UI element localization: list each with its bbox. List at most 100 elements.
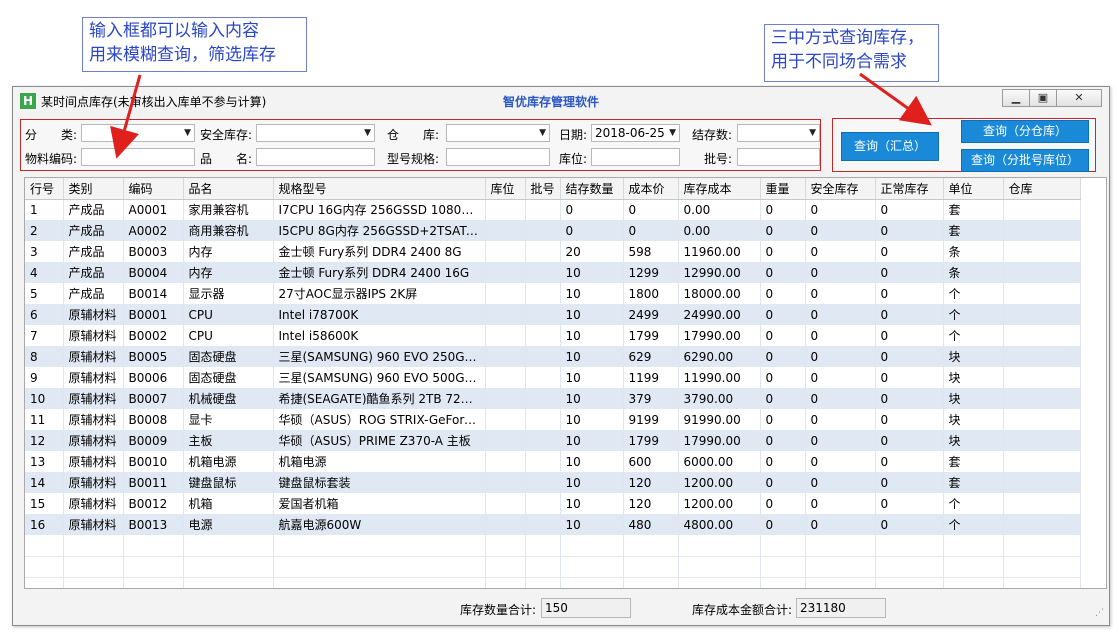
table-cell: 0	[760, 262, 806, 283]
table-cell	[123, 556, 184, 578]
column-header[interactable]: 编码	[123, 178, 184, 200]
table-cell	[525, 199, 561, 220]
table-row[interactable]: 15 原辅材料 B0012 机箱 爱国者机箱 10 120 1200.00 0 0 0 个	[25, 493, 1081, 514]
column-header[interactable]: 行号	[25, 178, 64, 200]
table-cell	[485, 262, 526, 283]
table-cell: 0	[760, 430, 806, 451]
table-cell: 0	[875, 283, 944, 304]
table-row[interactable]: 9 原辅材料 B0006 固态硬盘 三星(SAMSUNG) 960 EVO 500G .…	[25, 367, 1081, 388]
table-cell	[805, 556, 876, 578]
model-spec-input[interactable]	[446, 148, 550, 166]
column-header[interactable]: 仓库	[1003, 178, 1081, 200]
table-cell: 10	[560, 409, 624, 430]
resize-grip-icon[interactable]: ⋰	[1095, 608, 1104, 618]
table-cell: 0	[875, 262, 944, 283]
column-header[interactable]: 品名	[183, 178, 274, 200]
table-cell: 内存	[183, 262, 274, 283]
minimize-button[interactable]: ▁	[1002, 89, 1030, 107]
table-cell: 0	[760, 199, 806, 220]
table-row[interactable]: 13 原辅材料 B0010 机箱电源 机箱电源 10 600 6000.00 0 0 0 套	[25, 451, 1081, 472]
empty-row	[25, 556, 1081, 578]
column-header[interactable]: 批号	[525, 178, 561, 200]
date-picker[interactable]: 2018-06-25	[591, 124, 680, 142]
maximize-button[interactable]: ▣	[1029, 89, 1057, 107]
table-cell: B0005	[123, 346, 184, 367]
column-header[interactable]: 重量	[760, 178, 806, 200]
date-value: 2018-06-25	[595, 126, 665, 140]
table-cell	[678, 577, 761, 588]
warehouse-select[interactable]	[446, 124, 550, 142]
column-header[interactable]: 结存数量	[560, 178, 624, 200]
table-cell	[525, 409, 561, 430]
table-cell: 产成品	[63, 241, 124, 262]
table-cell: 629	[623, 346, 679, 367]
table-cell	[485, 241, 526, 262]
table-cell: B0003	[123, 241, 184, 262]
table-row[interactable]: 2 产成品 A0002 商用兼容机 I5CPU 8G内存 256GSSD+2TSATA.…	[25, 220, 1081, 241]
table-body: 1 产成品 A0001 家用兼容机 I7CPU 16G内存 256GSSD 1080显卡…	[25, 199, 1081, 588]
table-cell	[1003, 304, 1081, 325]
column-header[interactable]: 类别	[63, 178, 124, 200]
column-header[interactable]: 规格型号	[273, 178, 486, 200]
table-cell	[525, 388, 561, 409]
table-cell	[560, 535, 624, 557]
close-button[interactable]: ✕	[1056, 89, 1102, 107]
totals-footer: 库存数量合计: 150 库存成本金额合计: 231180 ⋰	[13, 592, 1109, 622]
location-input[interactable]	[591, 148, 680, 166]
filter-panel: 分 类: 安全库存: 仓 库: 日期: 2018-06-25 结存数: 物料编码…	[20, 119, 821, 171]
close-icon: ✕	[1074, 91, 1084, 104]
safety-stock-select[interactable]	[256, 124, 375, 142]
category-select[interactable]	[81, 124, 195, 142]
title-bar: H 某时间点库存(未审核出入库单不参与计算) 智优库存管理软件 ▁ ▣ ✕	[13, 87, 1109, 115]
table-cell: 0	[875, 199, 944, 220]
table-row[interactable]: 11 原辅材料 B0008 显卡 华硕（ASUS）ROG STRIX-GeForc...…	[25, 409, 1081, 430]
table-cell	[485, 535, 526, 557]
column-header[interactable]: 库存成本	[678, 178, 761, 200]
batch-input[interactable]	[737, 148, 820, 166]
table-cell: Intel i58600K	[273, 325, 486, 346]
table-row[interactable]: 5 产成品 B0014 显示器 27寸AOC显示器IPS 2K屏 10 1800 18000.…	[25, 283, 1081, 304]
table-row[interactable]: 12 原辅材料 B0009 主板 华硕（ASUS）PRIME Z370-A 主板 10 17…	[25, 430, 1081, 451]
table-cell: 0	[760, 493, 806, 514]
table-cell: 块	[943, 367, 1004, 388]
table-cell	[943, 577, 1004, 588]
table-cell	[678, 556, 761, 578]
table-cell: 条	[943, 241, 1004, 262]
table-cell	[525, 241, 561, 262]
annotation-left-line1: 输入框都可以输入内容	[89, 21, 259, 41]
table-row[interactable]: 14 原辅材料 B0011 键盘鼠标 键盘鼠标套装 10 120 1200.00 0 0 0 套	[25, 472, 1081, 493]
table-row[interactable]: 16 原辅材料 B0013 电源 航嘉电源600W 10 480 4800.00 0 0 0 个	[25, 514, 1081, 535]
table-row[interactable]: 3 产成品 B0003 内存 金士顿 Fury系列 DDR4 2400 8G 20 598 1…	[25, 241, 1081, 262]
column-header[interactable]: 安全库存	[805, 178, 876, 200]
table-cell	[760, 556, 806, 578]
column-header[interactable]: 成本价	[623, 178, 679, 200]
table-row[interactable]: 10 原辅材料 B0007 机械硬盘 希捷(SEAGATE)酷鱼系列 2TB 7200.…	[25, 388, 1081, 409]
table-row[interactable]: 4 产成品 B0004 内存 金士顿 Fury系列 DDR4 2400 16G 10 129…	[25, 262, 1081, 283]
table-row[interactable]: 8 原辅材料 B0005 固态硬盘 三星(SAMSUNG) 960 EVO 250G .…	[25, 346, 1081, 367]
table-cell: 0	[875, 241, 944, 262]
column-header[interactable]: 正常库存	[875, 178, 944, 200]
table-cell: 产成品	[63, 283, 124, 304]
column-header[interactable]: 单位	[943, 178, 1004, 200]
table-row[interactable]: 1 产成品 A0001 家用兼容机 I7CPU 16G内存 256GSSD 1080显卡…	[25, 199, 1081, 220]
query-summary-button[interactable]: 查询（汇总）	[841, 132, 939, 161]
table-cell	[485, 367, 526, 388]
table-row[interactable]: 7 原辅材料 B0002 CPU Intel i58600K 10 1799 17990.00…	[25, 325, 1081, 346]
query-by-warehouse-button[interactable]: 查询（分仓库）	[961, 120, 1089, 143]
column-header[interactable]: 库位	[485, 178, 526, 200]
table-cell: 0	[805, 325, 876, 346]
balance-select[interactable]	[737, 124, 820, 142]
material-code-input[interactable]	[81, 148, 195, 166]
table-cell: 14	[25, 472, 64, 493]
table-cell	[183, 556, 274, 578]
minimize-icon: ▁	[1011, 91, 1021, 104]
table-cell: 机械硬盘	[183, 388, 274, 409]
table-cell	[1003, 262, 1081, 283]
query-by-batch-location-button[interactable]: 查询（分批号库位）	[961, 149, 1089, 172]
table-cell: 9	[25, 367, 64, 388]
product-name-input[interactable]	[256, 148, 375, 166]
table-cell	[875, 556, 944, 578]
table-row[interactable]: 6 原辅材料 B0001 CPU Intel i78700K 10 2499 24990.00…	[25, 304, 1081, 325]
annotation-left-line2: 用来模糊查询，筛选库存	[89, 45, 276, 65]
table-cell: 0	[805, 346, 876, 367]
